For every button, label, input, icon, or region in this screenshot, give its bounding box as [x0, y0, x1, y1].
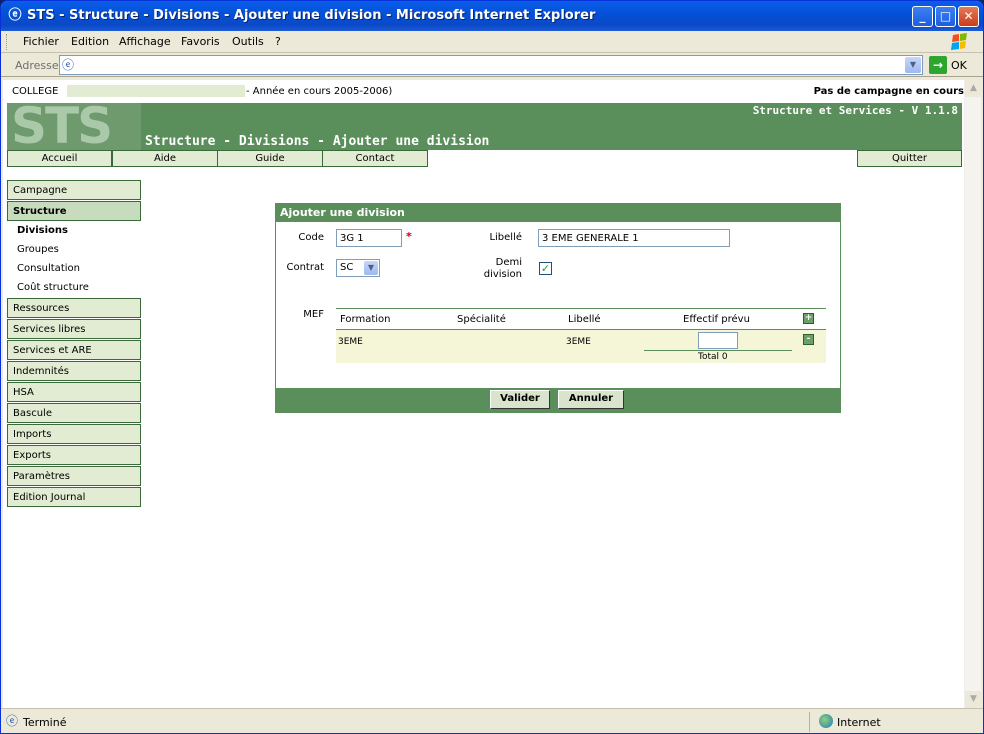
- libelle-label: Libellé: [489, 232, 522, 243]
- sidebar-item-edition-journal[interactable]: Edition Journal: [7, 487, 141, 507]
- chevron-down-icon: ▼: [364, 261, 378, 275]
- nav-contact[interactable]: Contact: [322, 150, 428, 167]
- toolbar-grip: [6, 34, 9, 50]
- menu-favoris[interactable]: Favoris: [181, 35, 220, 48]
- sidebar-sub-divisions[interactable]: Divisions: [17, 225, 68, 236]
- address-bar: Adresse ⓔ ▼ → OK: [1, 54, 983, 77]
- col-formation: Formation: [340, 314, 391, 325]
- valider-button[interactable]: Valider: [490, 390, 550, 409]
- nav-aide[interactable]: Aide: [112, 150, 218, 167]
- sidebar-item-imports[interactable]: Imports: [7, 424, 141, 444]
- demi-division-checkbox[interactable]: ✓: [539, 262, 552, 275]
- sidebar-sub-groupes[interactable]: Groupes: [17, 244, 59, 255]
- sidebar-sub-cout-structure[interactable]: Coût structure: [17, 282, 89, 293]
- window-title: STS - Structure - Divisions - Ajouter un…: [27, 8, 596, 23]
- page-icon: ⓔ: [62, 58, 75, 72]
- row-formation: 3EME: [338, 337, 363, 347]
- app-version: Structure et Services - V 1.1.8: [752, 104, 958, 117]
- minimize-button[interactable]: _: [912, 6, 933, 27]
- web-page: COLLEGE - Année en cours 2005-2006) Pas …: [3, 80, 964, 708]
- sidebar-item-ressources[interactable]: Ressources: [7, 298, 141, 318]
- contrat-value: SC: [340, 262, 354, 273]
- title-bar: ⓔ STS - Structure - Divisions - Ajouter …: [1, 1, 983, 31]
- sidebar-item-bascule[interactable]: Bascule: [7, 403, 141, 423]
- go-arrow-icon[interactable]: →: [929, 56, 947, 74]
- menu-affichage[interactable]: Affichage: [119, 35, 171, 48]
- contrat-select[interactable]: SC ▼: [336, 259, 380, 277]
- close-button[interactable]: ✕: [958, 6, 979, 27]
- security-zone: Internet: [837, 716, 881, 729]
- nav-quitter[interactable]: Quitter: [857, 150, 962, 167]
- ie-page-icon: ⓔ: [8, 8, 22, 23]
- status-page-icon: ⓔ: [6, 714, 19, 728]
- contrat-label: Contrat: [286, 262, 324, 273]
- mef-label: MEF: [303, 309, 324, 320]
- sidebar-item-exports[interactable]: Exports: [7, 445, 141, 465]
- menu-outils[interactable]: Outils: [232, 35, 264, 48]
- total-label: Total 0: [698, 352, 728, 362]
- nav-accueil[interactable]: Accueil: [7, 150, 112, 167]
- scroll-up-icon[interactable]: ▲: [965, 80, 982, 97]
- maximize-button[interactable]: □: [935, 6, 956, 27]
- top-info-line: COLLEGE - Année en cours 2005-2006) Pas …: [9, 85, 964, 99]
- sidebar-item-services-libres[interactable]: Services libres: [7, 319, 141, 339]
- current-year: - Année en cours 2005-2006): [246, 86, 393, 97]
- add-row-button[interactable]: +: [803, 313, 814, 324]
- total-separator: [644, 350, 792, 351]
- sidebar-item-services-are[interactable]: Services et ARE: [7, 340, 141, 360]
- scroll-down-icon[interactable]: ▼: [965, 691, 982, 708]
- row-libelle: 3EME: [566, 337, 591, 347]
- panel-title: Ajouter une division: [276, 204, 840, 222]
- menu-edition[interactable]: Edition: [71, 35, 109, 48]
- college-label: COLLEGE: [12, 86, 59, 97]
- add-division-panel: Ajouter une division Code * Libellé Cont…: [275, 203, 841, 413]
- nav-bar: Accueil Aide Guide Contact Quitter: [7, 150, 962, 167]
- status-text: Terminé: [23, 716, 67, 729]
- annuler-button[interactable]: Annuler: [558, 390, 624, 409]
- col-effectif: Effectif prévu: [683, 314, 750, 325]
- app-banner: STS Structure et Services - V 1.1.8 Stru…: [7, 103, 962, 150]
- address-label: Adresse: [15, 59, 59, 72]
- remove-row-button[interactable]: -: [803, 334, 814, 345]
- required-marker: *: [406, 230, 412, 243]
- col-specialite: Spécialité: [457, 314, 506, 325]
- campaign-status: Pas de campagne en cours: [813, 86, 964, 97]
- address-input[interactable]: ⓔ ▼: [59, 55, 923, 75]
- status-bar: ⓔ Terminé Internet: [1, 708, 983, 733]
- menu-help[interactable]: ?: [275, 35, 281, 48]
- code-input[interactable]: [336, 229, 402, 247]
- address-dropdown-icon[interactable]: ▼: [905, 57, 921, 73]
- go-button[interactable]: OK: [951, 59, 967, 72]
- sidebar-item-hsa[interactable]: HSA: [7, 382, 141, 402]
- libelle-input[interactable]: [538, 229, 730, 247]
- sidebar-item-indemnites[interactable]: Indemnités: [7, 361, 141, 381]
- sidebar-item-structure[interactable]: Structure: [7, 201, 141, 221]
- sidebar-item-parametres[interactable]: Paramètres: [7, 466, 141, 486]
- menu-fichier[interactable]: Fichier: [23, 35, 59, 48]
- demi-label-line2: division: [483, 269, 522, 280]
- mef-table-header: Formation Spécialité Libellé Effectif pr…: [336, 308, 826, 330]
- status-separator: [809, 712, 810, 732]
- college-name-redacted: [67, 85, 245, 97]
- vertical-scrollbar[interactable]: ▲ ▼: [964, 80, 982, 708]
- browser-window: ⓔ STS - Structure - Divisions - Ajouter …: [0, 0, 984, 734]
- sidebar-sub-consultation[interactable]: Consultation: [17, 263, 80, 274]
- col-libelle: Libellé: [568, 314, 601, 325]
- page-title: Structure - Divisions - Ajouter une divi…: [145, 134, 490, 149]
- internet-globe-icon: [819, 714, 833, 728]
- sts-logo: STS: [7, 103, 141, 150]
- code-label: Code: [298, 232, 324, 243]
- sidebar-item-campagne[interactable]: Campagne: [7, 180, 141, 200]
- windows-logo-icon: [951, 33, 967, 50]
- menu-bar: Fichier Edition Affichage Favoris Outils…: [1, 31, 983, 53]
- mef-table: Formation Spécialité Libellé Effectif pr…: [336, 308, 826, 363]
- effectif-input[interactable]: [698, 332, 738, 349]
- demi-label-line1: Demi: [495, 257, 522, 268]
- nav-guide[interactable]: Guide: [217, 150, 323, 167]
